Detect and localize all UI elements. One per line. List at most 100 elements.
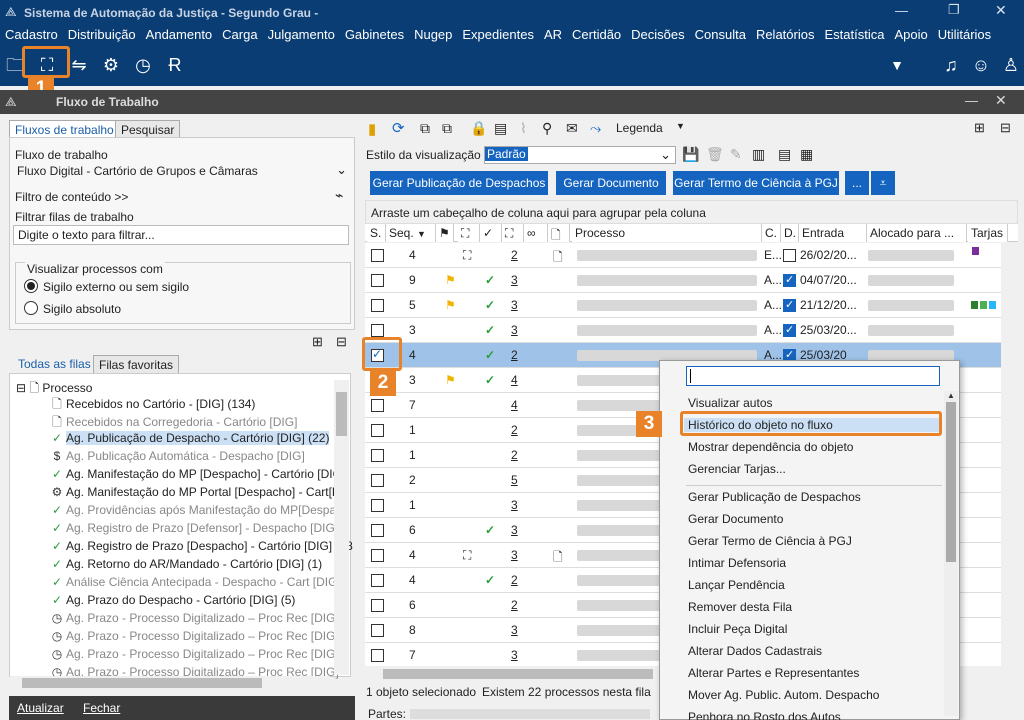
menu-item-6[interactable]: Nugep: [409, 24, 457, 42]
tree-scrollbar[interactable]: [334, 380, 349, 675]
number-link[interactable]: 5: [511, 473, 518, 487]
number-link[interactable]: 2: [511, 248, 518, 262]
number-link[interactable]: 3: [511, 273, 518, 287]
tab-filas-favoritas[interactable]: Filas favoritas: [93, 355, 180, 375]
gerar-documento-button[interactable]: Gerar Documento: [556, 171, 666, 195]
d-checkbox[interactable]: ✓: [783, 274, 796, 287]
number-link[interactable]: 2: [511, 348, 518, 362]
number-link[interactable]: 3: [511, 548, 518, 562]
comment-icon[interactable]: ✉: [566, 120, 578, 137]
tree-item[interactable]: ✓ Ag. Registro de Prazo [Despacho] - Cart…: [48, 539, 353, 557]
col-workflow-icon[interactable]: ⛶: [458, 224, 480, 242]
doc-r-icon[interactable]: Ɍ: [162, 52, 188, 78]
menu-item-2[interactable]: Andamento: [141, 24, 218, 42]
tree-item[interactable]: $ Ag. Publicação Automática - Despacho [D…: [48, 449, 305, 467]
close-icon[interactable]: ✕: [995, 92, 1007, 109]
legend-button[interactable]: Legenda: [616, 121, 663, 135]
broom-icon[interactable]: ⌁: [335, 187, 343, 204]
more-button[interactable]: ...: [845, 171, 869, 195]
row-checkbox[interactable]: [371, 524, 384, 537]
edit-icon[interactable]: ✎: [730, 146, 742, 163]
col-entrada[interactable]: Entrada: [799, 224, 867, 242]
context-item[interactable]: Visualizar autos: [688, 396, 773, 410]
number-link[interactable]: 4: [511, 398, 518, 412]
columns-icon[interactable]: ▥: [752, 146, 765, 163]
row-checkbox[interactable]: [371, 499, 384, 512]
tree-item[interactable]: ⚙ Ag. Manifestação do MP Portal [Despacho…: [48, 485, 344, 503]
menu-item-4[interactable]: Julgamento: [263, 24, 340, 42]
context-scroll-thumb[interactable]: [946, 402, 956, 562]
tree-hscrollbar[interactable]: [10, 676, 330, 691]
menu-item-14[interactable]: Apoio: [889, 24, 932, 42]
col-tree-icon[interactable]: ⛶: [502, 224, 524, 242]
number-link[interactable]: 3: [511, 323, 518, 337]
user-key-icon[interactable]: ♙: [998, 52, 1024, 78]
attach-icon[interactable]: ⌇: [520, 120, 527, 137]
col-s[interactable]: S.: [367, 224, 386, 242]
table-row[interactable]: 5 ⚑ ✓ 3 A... ✓ 21/12/20...: [365, 293, 1001, 318]
legend-dropdown-icon[interactable]: ▼: [676, 121, 685, 131]
row-checkbox[interactable]: [371, 324, 384, 337]
tree-item[interactable]: ✓ Ag. Retorno do AR/Mandado - Cartório [D…: [48, 557, 322, 575]
context-search-input[interactable]: [686, 366, 940, 386]
row-checkbox[interactable]: [371, 574, 384, 587]
col-tarjas[interactable]: Tarjas: [968, 224, 1008, 242]
d-checkbox[interactable]: [783, 249, 796, 262]
row-checkbox[interactable]: [371, 649, 384, 662]
expand-tree-icon[interactable]: ⊞: [312, 334, 323, 350]
tab-todas-filas[interactable]: Todas as filas: [13, 355, 96, 373]
row-checkbox[interactable]: [371, 474, 384, 487]
menu-item-3[interactable]: Carga: [217, 24, 262, 42]
col-processo[interactable]: Processo: [572, 224, 762, 242]
menu-item-13[interactable]: Estatística: [819, 24, 889, 42]
queue-filter-input[interactable]: Digite o texto para filtrar...: [13, 225, 349, 245]
paste-icon[interactable]: ⧉: [442, 120, 452, 137]
context-item[interactable]: Mostrar dependência do objeto: [688, 440, 853, 454]
tag-icon[interactable]: ▮: [368, 120, 376, 138]
collapse-tree-icon[interactable]: ⊟: [336, 334, 347, 350]
context-item[interactable]: Intimar Defensoria: [688, 556, 786, 570]
row-checkbox[interactable]: [371, 424, 384, 437]
tree-item[interactable]: ◷ Ag. Prazo - Processo Digitalizado – Pro…: [48, 611, 339, 629]
menu-item-10[interactable]: Decisões: [626, 24, 689, 42]
table-row[interactable]: 9 ⚑ ✓ 3 A... ✓ 04/07/20...: [365, 268, 1001, 293]
tree-item[interactable]: 🗋 Recebidos na Corregedoria - Cartório [D…: [48, 413, 297, 431]
gerar-publicacao-button[interactable]: Gerar Publicação de Despachos: [370, 171, 548, 195]
row-checkbox[interactable]: [371, 399, 384, 412]
list-icon[interactable]: ▤: [778, 146, 791, 163]
book-icon[interactable]: ▤: [494, 120, 507, 137]
row-checkbox[interactable]: [371, 274, 384, 287]
context-item[interactable]: Lançar Pendência: [688, 578, 785, 592]
number-link[interactable]: 3: [511, 523, 518, 537]
number-link[interactable]: 2: [511, 448, 518, 462]
layout-icon[interactable]: ▦: [800, 146, 813, 163]
context-item[interactable]: Alterar Partes e Representantes: [688, 666, 859, 680]
filter-icon[interactable]: ▼: [417, 229, 426, 239]
flow-select[interactable]: Fluxo Digital - Cartório de Grupos e Câm…: [13, 162, 351, 182]
number-link[interactable]: 3: [511, 623, 518, 637]
search-person-icon[interactable]: ⚲: [542, 120, 552, 137]
menu-item-0[interactable]: Cadastro: [0, 24, 63, 42]
col-alocado[interactable]: Alocado para ...: [867, 224, 967, 242]
atualizar-button[interactable]: Atualizar: [17, 701, 64, 715]
d-checkbox[interactable]: ✓: [783, 324, 796, 337]
context-item[interactable]: Gerar Publicação de Despachos: [688, 490, 861, 504]
close-icon[interactable]: ✕: [995, 2, 1007, 19]
restore-icon[interactable]: ❐: [948, 2, 960, 18]
menu-item-5[interactable]: Gabinetes: [340, 24, 409, 42]
col-flag-icon[interactable]: ⚑: [436, 224, 454, 242]
tree-item[interactable]: ◷ Ag. Prazo - Processo Digitalizado – Pro…: [48, 629, 339, 647]
row-checkbox[interactable]: [371, 549, 384, 562]
lock-icon[interactable]: 🔒: [470, 120, 487, 137]
share-icon[interactable]: ⤳: [590, 120, 601, 137]
tree-item[interactable]: ✓ Análise Ciência Antecipada - Despacho -…: [48, 575, 341, 593]
row-checkbox[interactable]: [371, 299, 384, 312]
context-item[interactable]: Gerar Termo de Ciência à PGJ: [688, 534, 852, 548]
context-item[interactable]: Penhora no Rosto dos Autos: [688, 710, 841, 720]
bell-icon[interactable]: ♫: [938, 52, 964, 78]
content-filter-link[interactable]: Filtro de conteúdo >>: [15, 190, 128, 204]
tree-item[interactable]: ✓ Ag. Prazo do Despacho - Cartório [DIG] …: [48, 593, 295, 611]
context-item[interactable]: Gerenciar Tarjas...: [688, 462, 786, 476]
tree-item[interactable]: 🗋 Recebidos no Cartório - [DIG] (134): [48, 395, 255, 413]
menu-item-15[interactable]: Utilitários: [933, 24, 996, 42]
